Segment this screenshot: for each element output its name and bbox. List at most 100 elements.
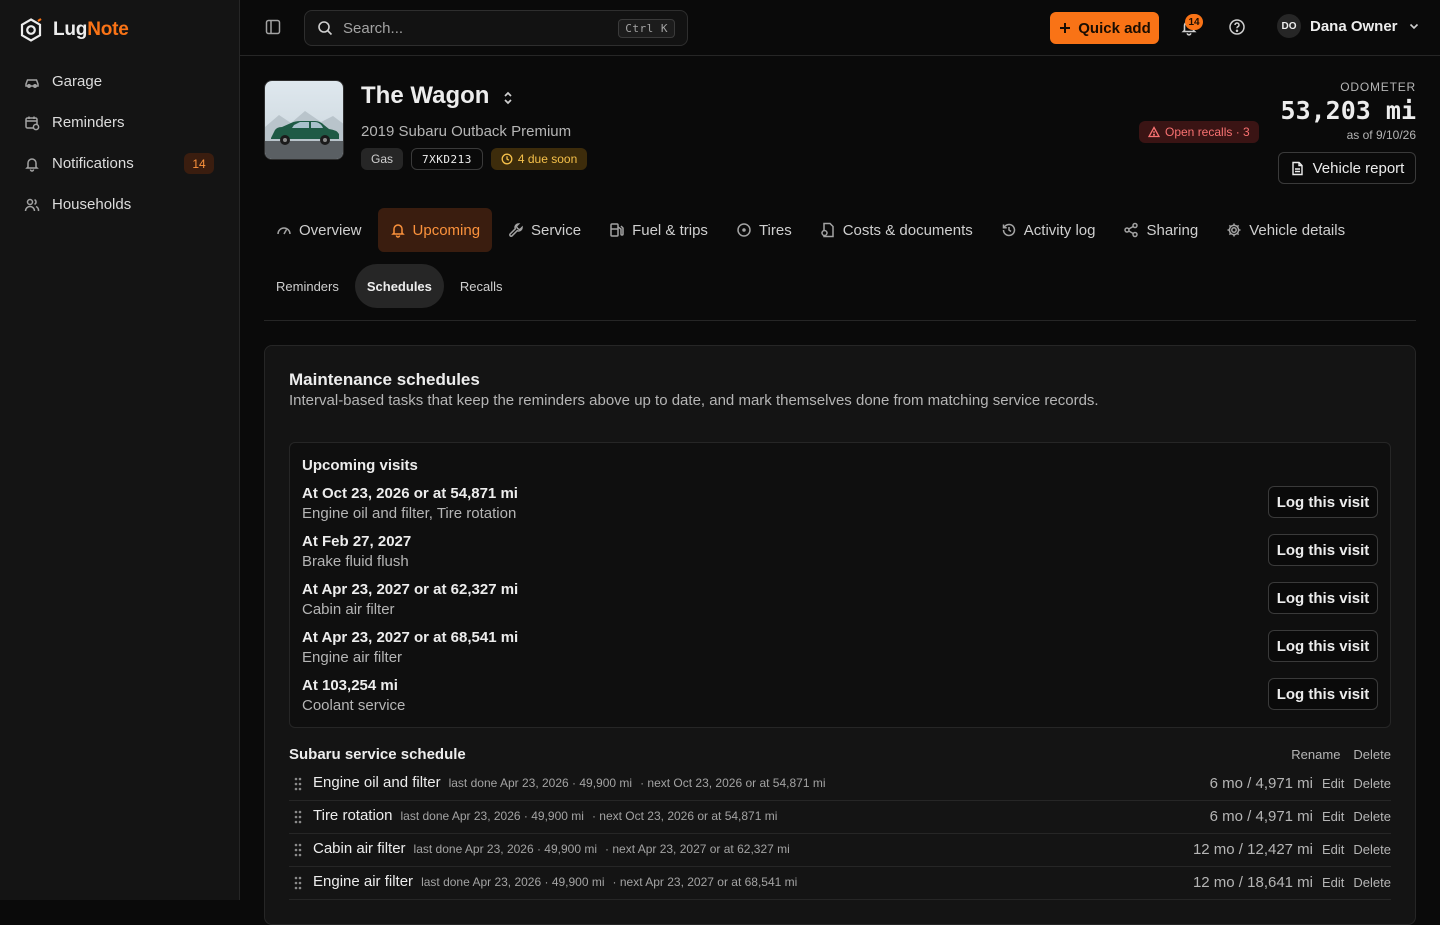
visit-when: At Feb 27, 2027: [302, 533, 412, 550]
task-interval: 6 mo / 4,971 mi: [1209, 808, 1314, 825]
user-menu[interactable]: DO Dana Owner: [1277, 14, 1421, 38]
log-visit-button[interactable]: Log this visit: [1268, 630, 1378, 662]
task-name: Engine oil and filter: [313, 774, 441, 791]
task-name: Engine air filter: [313, 873, 414, 890]
edit-task-button[interactable]: Edit: [1322, 875, 1344, 890]
visit-when: At Oct 23, 2026 or at 54,871 mi: [302, 485, 518, 502]
tab-label: Activity log: [1023, 221, 1096, 239]
subtab-schedules[interactable]: Schedules: [354, 264, 444, 308]
wrench-icon: [509, 223, 523, 237]
visit-tasks: Coolant service: [302, 697, 406, 714]
quick-add-button[interactable]: Quick add: [1050, 12, 1159, 44]
task-interval: 12 mo / 12,427 mi: [1192, 841, 1314, 858]
delete-schedule-button[interactable]: Delete: [1353, 747, 1391, 762]
vehicle-report-button[interactable]: Vehicle report: [1278, 152, 1416, 184]
table-row: Cabin air filter last done Apr 23, 2026 …: [289, 834, 1391, 867]
tab-costs-documents[interactable]: Costs & documents: [808, 208, 985, 252]
tab-sharing[interactable]: Sharing: [1111, 208, 1210, 252]
vehicle-tags: Gas 7XKD213 4 due soon: [361, 148, 588, 170]
log-visit-button[interactable]: Log this visit: [1268, 678, 1378, 710]
drag-handle-icon[interactable]: [293, 809, 303, 825]
help-button[interactable]: [1228, 18, 1246, 36]
log-visit-button[interactable]: Log this visit: [1268, 582, 1378, 614]
edit-task-button[interactable]: Edit: [1322, 809, 1344, 824]
odometer-value: 53,203 mi: [1280, 96, 1416, 125]
delete-task-button[interactable]: Delete: [1353, 842, 1391, 857]
list-item: At Feb 27, 2027 Brake fluid flush Log th…: [302, 533, 1378, 577]
sidebar-toggle-button[interactable]: [264, 18, 282, 36]
table-row: Engine air filter last done Apr 23, 2026…: [289, 867, 1391, 900]
list-item: At 103,254 mi Coolant service Log this v…: [302, 677, 1378, 721]
bell-icon: [390, 224, 405, 238]
task-last-done: last done Apr 23, 2026 · 49,900 mi: [413, 842, 598, 856]
tab-fuel-trips[interactable]: Fuel & trips: [597, 208, 720, 252]
list-item: At Oct 23, 2026 or at 54,871 mi Engine o…: [302, 485, 1378, 529]
document-icon: [820, 222, 834, 238]
rename-schedule-button[interactable]: Rename: [1291, 747, 1340, 762]
due-soon-badge[interactable]: 4 due soon: [490, 148, 588, 170]
table-row: Tire rotation last done Apr 23, 2026 · 4…: [289, 801, 1391, 834]
drag-handle-icon[interactable]: [293, 842, 303, 858]
delete-task-button[interactable]: Delete: [1353, 809, 1391, 824]
task-actions: 6 mo / 4,971 mi Edit Delete: [1210, 808, 1391, 825]
sidebar-item-label: Reminders: [52, 114, 125, 131]
task-name: Cabin air filter: [313, 840, 406, 857]
sidebar-item-garage[interactable]: Garage: [12, 61, 228, 102]
task-actions: 6 mo / 4,971 mi Edit Delete: [1210, 775, 1391, 792]
gauge-icon: [277, 227, 291, 235]
sidebar-item-notifications[interactable]: Notifications 14: [12, 143, 228, 184]
sidebar-item-reminders[interactable]: Reminders: [12, 102, 228, 143]
tab-activity-log[interactable]: Activity log: [989, 208, 1108, 252]
upcoming-subtabs: Reminders Schedules Recalls: [264, 264, 515, 308]
tab-label: Sharing: [1146, 221, 1199, 239]
tab-overview[interactable]: Overview: [264, 208, 374, 252]
task-next-due: · next Apr 23, 2027 or at 62,327 mi: [605, 842, 790, 856]
edit-task-button[interactable]: Edit: [1322, 776, 1344, 791]
search-box[interactable]: Ctrl K: [304, 10, 688, 46]
top-bar: Ctrl K Quick add 14 DO Dana Owner: [240, 0, 1440, 56]
task-next-due: · next Apr 23, 2027 or at 68,541 mi: [612, 875, 798, 889]
log-visit-button[interactable]: Log this visit: [1268, 534, 1378, 566]
task-next-due: · next Oct 23, 2026 or at 54,871 mi: [640, 776, 826, 790]
search-input[interactable]: [343, 19, 613, 37]
users-icon: [24, 198, 40, 211]
edit-task-button[interactable]: Edit: [1322, 842, 1344, 857]
brand-name-part-a: Lug: [53, 19, 88, 40]
drag-handle-icon[interactable]: [293, 776, 303, 792]
odometer-label: ODOMETER: [1340, 80, 1416, 94]
brand-logo[interactable]: LugNote: [18, 17, 129, 43]
quick-add-label: Quick add: [1078, 19, 1151, 37]
tab-tires[interactable]: Tires: [724, 208, 804, 252]
vehicle-report-label: Vehicle report: [1312, 159, 1405, 177]
visit-when: At 103,254 mi: [302, 677, 398, 694]
visit-tasks: Engine oil and filter, Tire rotation: [302, 505, 517, 522]
schedule-actions: Rename Delete: [1291, 747, 1391, 762]
tab-vehicle-details[interactable]: Vehicle details: [1214, 208, 1357, 252]
tab-upcoming[interactable]: Upcoming: [377, 208, 493, 252]
subtab-reminders[interactable]: Reminders: [264, 264, 351, 308]
tab-service[interactable]: Service: [496, 208, 593, 252]
fuel-type-badge: Gas: [361, 148, 404, 170]
tab-label: Service: [531, 221, 582, 239]
vehicle-name: The Wagon: [361, 82, 490, 109]
section-divider: [264, 320, 1416, 321]
visit-when: At Apr 23, 2027 or at 68,541 mi: [302, 629, 519, 646]
open-recalls-badge[interactable]: Open recalls · 3: [1139, 121, 1259, 143]
delete-task-button[interactable]: Delete: [1353, 776, 1391, 791]
visit-when: At Apr 23, 2027 or at 62,327 mi: [302, 581, 519, 598]
sidebar-item-label: Notifications: [52, 155, 134, 172]
vehicle-photo-image: [265, 81, 343, 159]
subtab-recalls[interactable]: Recalls: [448, 264, 515, 308]
help-circle-icon: [1229, 19, 1245, 35]
log-visit-button[interactable]: Log this visit: [1268, 486, 1378, 518]
sidebar-item-households[interactable]: Households: [12, 184, 228, 225]
vehicle-switcher-button[interactable]: [501, 90, 515, 106]
visit-tasks: Brake fluid flush: [302, 553, 409, 570]
task-last-done: last done Apr 23, 2026 · 49,900 mi: [448, 776, 633, 790]
delete-task-button[interactable]: Delete: [1353, 875, 1391, 890]
tab-label: Tires: [758, 221, 792, 239]
task-info: Tire rotation last done Apr 23, 2026 · 4…: [313, 807, 777, 824]
document-icon: [1291, 161, 1303, 175]
chevrons-up-down-icon: [504, 91, 513, 105]
drag-handle-icon[interactable]: [293, 875, 303, 891]
